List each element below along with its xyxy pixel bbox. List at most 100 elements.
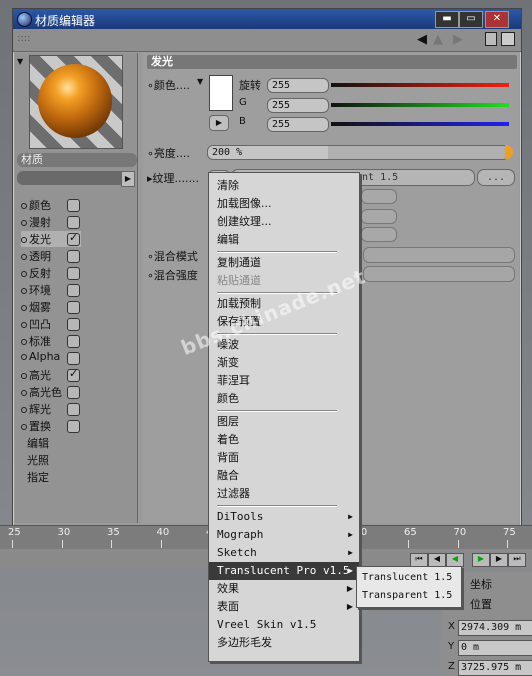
close-button[interactable]: ✕ — [485, 11, 509, 28]
new-panel-icon[interactable] — [501, 32, 515, 46]
lighting-item[interactable]: 光照 — [27, 452, 49, 468]
menu-item[interactable]: Mograph ▶ — [209, 526, 359, 544]
menu-item[interactable]: 加载图像... — [209, 195, 359, 213]
menu-item[interactable]: 融合 — [209, 467, 359, 485]
brightness-handle[interactable] — [505, 145, 513, 159]
blue-label: B — [239, 116, 246, 127]
channel-checkbox[interactable] — [67, 250, 80, 263]
menu-item[interactable]: Vreel Skin v1.5 — [209, 616, 359, 634]
minimize-button[interactable]: ▬ — [435, 11, 459, 28]
menu-item[interactable]: Translucent Pro v1.5 ▶ — [209, 562, 359, 580]
menu-item-label: Mograph — [217, 528, 264, 541]
channel-checkbox[interactable] — [67, 199, 80, 212]
menu-item[interactable]: 菲涅耳 — [209, 372, 359, 390]
channel-checkbox[interactable] — [67, 267, 80, 280]
menu-item[interactable]: Sketch ▶ — [209, 544, 359, 562]
go-end-icon[interactable]: ⏭ — [508, 553, 526, 567]
channel-checkbox[interactable] — [67, 420, 80, 433]
color-menu-icon[interactable]: ▼ — [197, 77, 203, 86]
blue-value-input[interactable]: 255 — [267, 117, 329, 132]
channel-checkbox[interactable] — [67, 386, 80, 399]
texture-label: ▸纹理....... — [147, 172, 200, 185]
position-label: 位置 — [470, 598, 492, 611]
menu-item[interactable]: 清除 — [209, 177, 359, 195]
prev-key-icon[interactable]: ◀ — [428, 553, 446, 567]
assign-item[interactable]: 指定 — [27, 469, 49, 485]
position-x-field[interactable]: 2974.309 m — [458, 620, 532, 636]
bullet-icon — [21, 305, 27, 311]
menu-item-label: 渐变 — [217, 356, 239, 369]
hidden-dropdown-2[interactable] — [361, 209, 397, 224]
texture-more-button[interactable]: ... — [477, 169, 515, 186]
channel-checkbox[interactable] — [67, 318, 80, 331]
channel-label: 烟雾 — [29, 301, 51, 314]
material-preview[interactable] — [29, 55, 123, 149]
menu-item[interactable]: 效果 ▶ — [209, 580, 359, 598]
channel-checkbox[interactable] — [67, 284, 80, 297]
menu-item-label: 粘贴通道 — [217, 274, 261, 287]
menu-item[interactable]: 创建纹理... — [209, 213, 359, 231]
channel-checkbox[interactable] — [67, 231, 80, 246]
blend-mode-dropdown[interactable] — [363, 247, 515, 263]
channel-checkbox[interactable] — [67, 301, 80, 314]
channel-checkbox[interactable] — [67, 352, 80, 365]
submenu-item-transparent[interactable]: Transparent 1.5 — [357, 587, 461, 604]
go-start-icon[interactable]: ⏮ — [410, 553, 428, 567]
edit-item[interactable]: 编辑 — [27, 435, 49, 451]
menu-item[interactable]: 渐变 — [209, 354, 359, 372]
color-expand-button[interactable]: ▶ — [209, 115, 229, 131]
menu-item[interactable]: 编辑 — [209, 231, 359, 249]
material-arrow-button[interactable]: ▶ — [121, 171, 135, 187]
maximize-button[interactable]: ▭ — [459, 11, 483, 28]
hidden-dropdown-1[interactable] — [361, 189, 397, 204]
lock-icon[interactable] — [485, 32, 497, 46]
blue-slider[interactable] — [331, 122, 509, 126]
red-label: 旋转 — [239, 79, 261, 92]
menu-triangle-icon[interactable]: ▼ — [17, 57, 23, 66]
green-value-input[interactable]: 255 — [267, 98, 329, 113]
submenu-arrow-icon: ▶ — [348, 548, 353, 557]
channel-list-pane: ▼ 材质 ▶ 编辑 光照 指定 颜色漫射发光透明反射环境烟雾凹凸标准 Alpha 高… — [15, 53, 138, 523]
menu-item[interactable]: 背面 — [209, 449, 359, 467]
position-y-field[interactable]: 0 m — [458, 640, 532, 656]
brightness-input[interactable]: 200 % — [207, 145, 509, 160]
forward-arrow-icon[interactable]: ▶ — [453, 32, 463, 47]
red-value-input[interactable]: 255 — [267, 78, 329, 93]
menu-item-label: Translucent Pro v1.5 — [217, 564, 350, 577]
timeline-tick-mark — [408, 540, 409, 548]
material-name-label: 材质 — [17, 153, 137, 167]
coords-header: 坐标 — [470, 578, 492, 591]
timeline-tick-mark — [160, 540, 162, 548]
menu-item[interactable]: DiTools ▶ — [209, 508, 359, 526]
menu-item[interactable]: 着色 — [209, 431, 359, 449]
red-slider[interactable] — [331, 83, 509, 87]
grip-icon[interactable]: :::: — [17, 33, 30, 44]
menu-item[interactable]: 多边形毛发 — [209, 634, 359, 652]
hidden-dropdown-3[interactable] — [361, 227, 397, 242]
green-slider[interactable] — [331, 103, 509, 107]
channel-checkbox[interactable] — [67, 335, 80, 348]
color-swatch[interactable] — [209, 75, 233, 111]
position-z-field[interactable]: 3725.975 m — [458, 660, 532, 676]
menu-item[interactable]: 过滤器 — [209, 485, 359, 503]
menu-item[interactable]: 复制通道 — [209, 254, 359, 272]
channel-checkbox[interactable] — [67, 403, 80, 416]
bullet-icon — [21, 237, 27, 243]
blend-strength-slider[interactable] — [363, 266, 515, 282]
back-arrow-icon[interactable]: ◀ — [417, 32, 427, 47]
menu-item[interactable]: 图层 — [209, 413, 359, 431]
next-key-icon[interactable]: ▶ — [490, 553, 508, 567]
channel-label: 发光 — [29, 233, 51, 246]
timeline-tick-mark — [12, 540, 13, 548]
up-arrow-icon[interactable]: ▲ — [433, 32, 443, 47]
menu-item-label: 创建纹理... — [217, 215, 272, 228]
menu-item[interactable]: 颜色 — [209, 390, 359, 408]
play-back-icon[interactable]: ◀ — [446, 553, 464, 567]
material-name-field[interactable] — [17, 171, 129, 185]
channel-checkbox[interactable] — [67, 367, 80, 382]
play-icon[interactable]: ▶ — [472, 553, 490, 567]
bullet-icon — [21, 339, 27, 345]
submenu-item-translucent[interactable]: Translucent 1.5 — [357, 569, 461, 586]
menu-item[interactable]: 表面 ▶ — [209, 598, 359, 616]
channel-checkbox[interactable] — [67, 216, 80, 229]
